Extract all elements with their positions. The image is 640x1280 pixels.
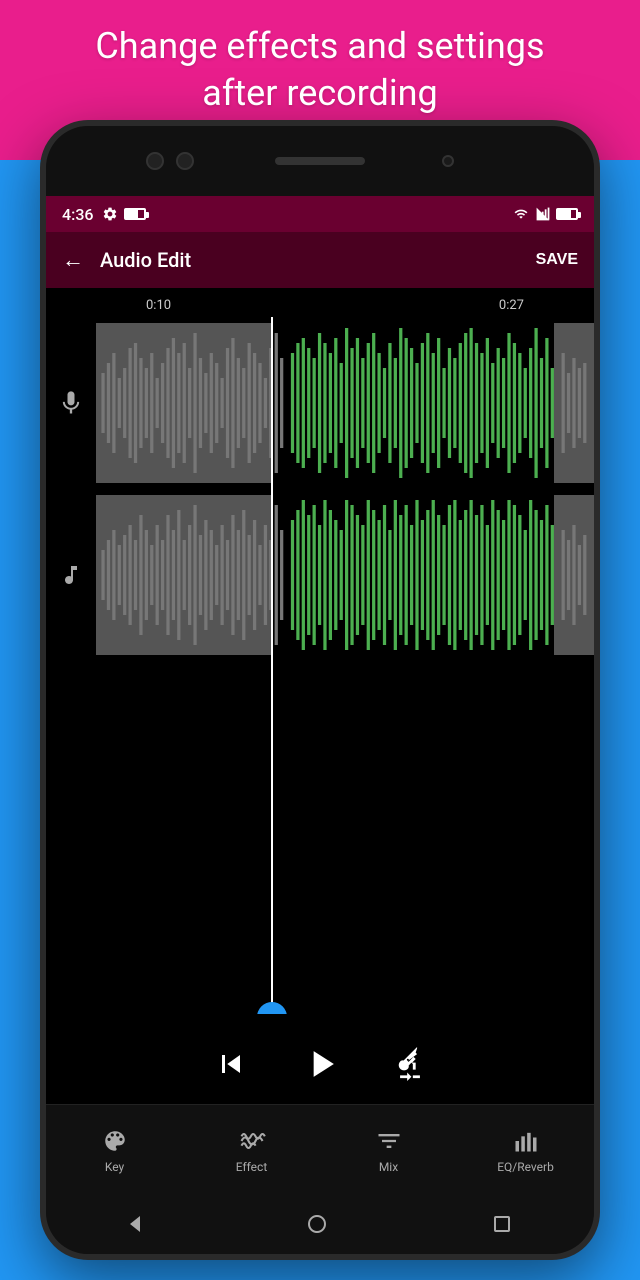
phone-speaker	[275, 157, 365, 165]
voice-track	[46, 323, 594, 483]
music-track	[46, 495, 594, 655]
eqreverb-icon	[512, 1126, 540, 1156]
waveforms-area	[46, 317, 594, 1014]
mix-label: Mix	[379, 1160, 398, 1174]
app-bar: ← Audio Edit SAVE	[46, 232, 594, 288]
playhead-handle[interactable]	[257, 1002, 287, 1014]
status-bar: 4:36	[46, 196, 594, 232]
nav-item-mix[interactable]: Mix	[320, 1126, 457, 1174]
eqreverb-label: EQ/Reverb	[497, 1160, 554, 1174]
app-title: Audio Edit	[100, 248, 536, 272]
back-button[interactable]: ←	[62, 247, 84, 273]
voice-waveform	[96, 323, 594, 483]
battery-status-icon	[124, 208, 146, 220]
effect-label: Effect	[236, 1160, 268, 1174]
controls-bar	[46, 1024, 594, 1104]
music-track-icon	[46, 561, 96, 589]
camera-right	[176, 152, 194, 170]
signal-icon	[536, 207, 550, 221]
trim-button[interactable]	[393, 1047, 427, 1081]
key-label: Key	[105, 1160, 124, 1174]
music-waveform	[96, 495, 594, 655]
time-marker-2: 0:27	[499, 298, 524, 313]
status-icons-right	[512, 207, 578, 221]
phone-screen: 4:36	[46, 196, 594, 1194]
time-marker-1: 0:10	[146, 298, 171, 313]
recents-nav-square[interactable]	[494, 1216, 510, 1232]
skip-back-button[interactable]	[213, 1046, 249, 1082]
wifi-icon	[512, 207, 530, 221]
home-nav-circle[interactable]	[308, 1215, 326, 1233]
voice-track-icon	[46, 387, 96, 419]
header-section: Change effects and settingsafter recordi…	[0, 0, 640, 140]
phone-frame: 4:36	[40, 120, 600, 1260]
status-time: 4:36	[62, 205, 94, 224]
status-icons-left	[102, 206, 146, 222]
nav-item-key[interactable]: Key	[46, 1126, 183, 1174]
save-button[interactable]: SAVE	[536, 251, 578, 269]
back-nav-triangle[interactable]	[130, 1216, 140, 1232]
nav-item-effect[interactable]: Effect	[183, 1126, 320, 1174]
waveform-container: 0:10 0:27	[46, 288, 594, 1024]
phone-bottom-bezel	[46, 1194, 594, 1254]
timeline-markers: 0:10 0:27	[46, 298, 594, 313]
header-title: Change effects and settingsafter recordi…	[95, 23, 544, 117]
playhead-line	[271, 317, 273, 1014]
camera-left	[146, 152, 164, 170]
gear-icon	[102, 206, 118, 222]
nav-item-eqreverb[interactable]: EQ/Reverb	[457, 1126, 594, 1174]
voice-waveform-svg	[96, 323, 594, 483]
bottom-nav: Key Effect Mix	[46, 1104, 594, 1194]
effect-icon	[238, 1126, 266, 1156]
phone-sensor	[442, 155, 454, 167]
key-icon	[102, 1126, 128, 1156]
play-button[interactable]	[299, 1042, 343, 1086]
battery-icon	[556, 208, 578, 220]
mix-icon	[375, 1126, 403, 1156]
music-waveform-svg	[96, 495, 594, 655]
